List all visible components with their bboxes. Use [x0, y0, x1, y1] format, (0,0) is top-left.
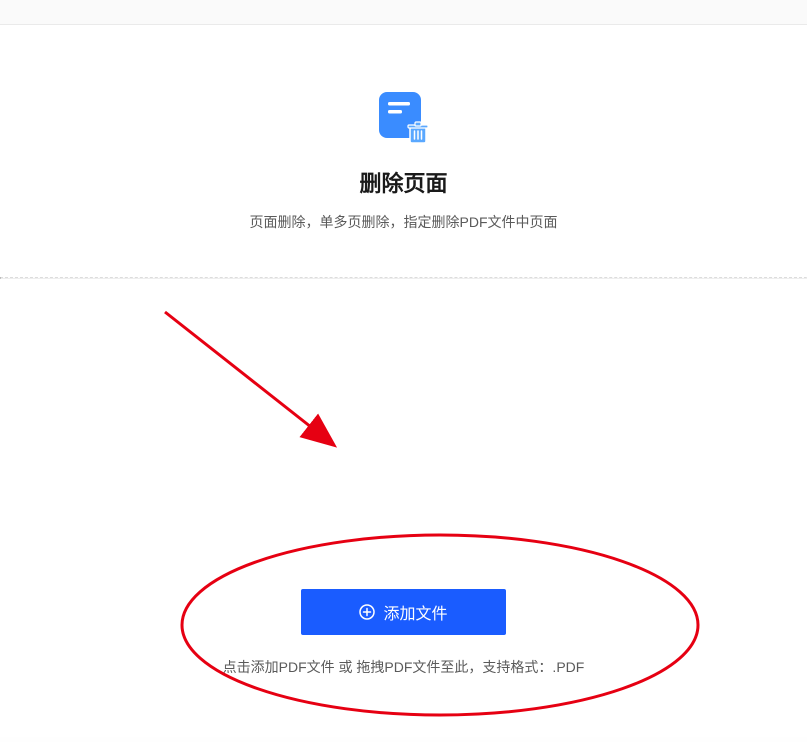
file-drop-zone[interactable]: 添加文件 点击添加PDF文件 或 拖拽PDF文件至此，支持格式：.PDF	[0, 279, 807, 737]
page-subtitle: 页面删除，单多页删除，指定删除PDF文件中页面	[0, 212, 807, 232]
add-file-button-label: 添加文件	[383, 600, 447, 624]
header-section: 删除页面 页面删除，单多页删除，指定删除PDF文件中页面	[0, 25, 807, 277]
plus-circle-icon	[359, 604, 375, 620]
add-file-button[interactable]: 添加文件	[301, 589, 505, 635]
page-title: 删除页面	[0, 166, 807, 198]
top-bar	[0, 0, 807, 25]
drop-instruction-text: 点击添加PDF文件 或 拖拽PDF文件至此，支持格式：.PDF	[0, 657, 807, 677]
document-delete-icon	[375, 90, 433, 148]
